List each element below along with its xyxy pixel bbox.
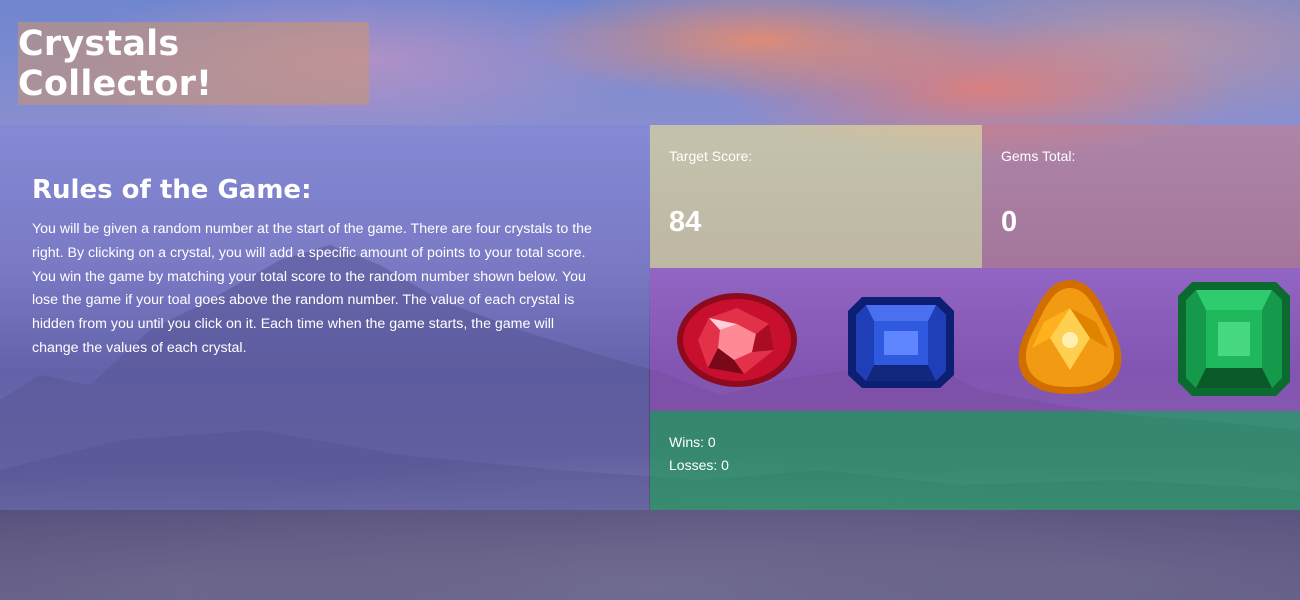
target-score-value: 84 (669, 206, 702, 238)
emerald-crystal-button[interactable] (1176, 280, 1292, 398)
rules-panel: Rules of the Game: You will be given a r… (0, 125, 649, 510)
target-score-panel: Target Score: 84 (650, 125, 982, 268)
gems-total-label: Gems Total: (1001, 148, 1076, 164)
crystals-panel (650, 268, 1300, 411)
title-banner: Crystals Collector! (18, 22, 369, 105)
target-score-label: Target Score: (669, 148, 753, 164)
rules-text: You will be given a random number at the… (32, 221, 592, 356)
app-title: Crystals Collector! (18, 23, 213, 104)
rules-heading: Rules of the Game: (32, 175, 312, 205)
results-panel: Wins: 0 Losses: 0 (650, 411, 1300, 510)
wins-counter: Wins: 0 (669, 434, 716, 450)
citrine-crystal-button[interactable] (1010, 278, 1130, 396)
losses-counter: Losses: 0 (669, 457, 729, 473)
gems-total-panel: Gems Total: 0 (982, 125, 1300, 268)
ruby-crystal-button[interactable] (674, 290, 800, 390)
sapphire-crystal-button[interactable] (846, 295, 956, 390)
gems-total-value: 0 (1001, 206, 1018, 238)
